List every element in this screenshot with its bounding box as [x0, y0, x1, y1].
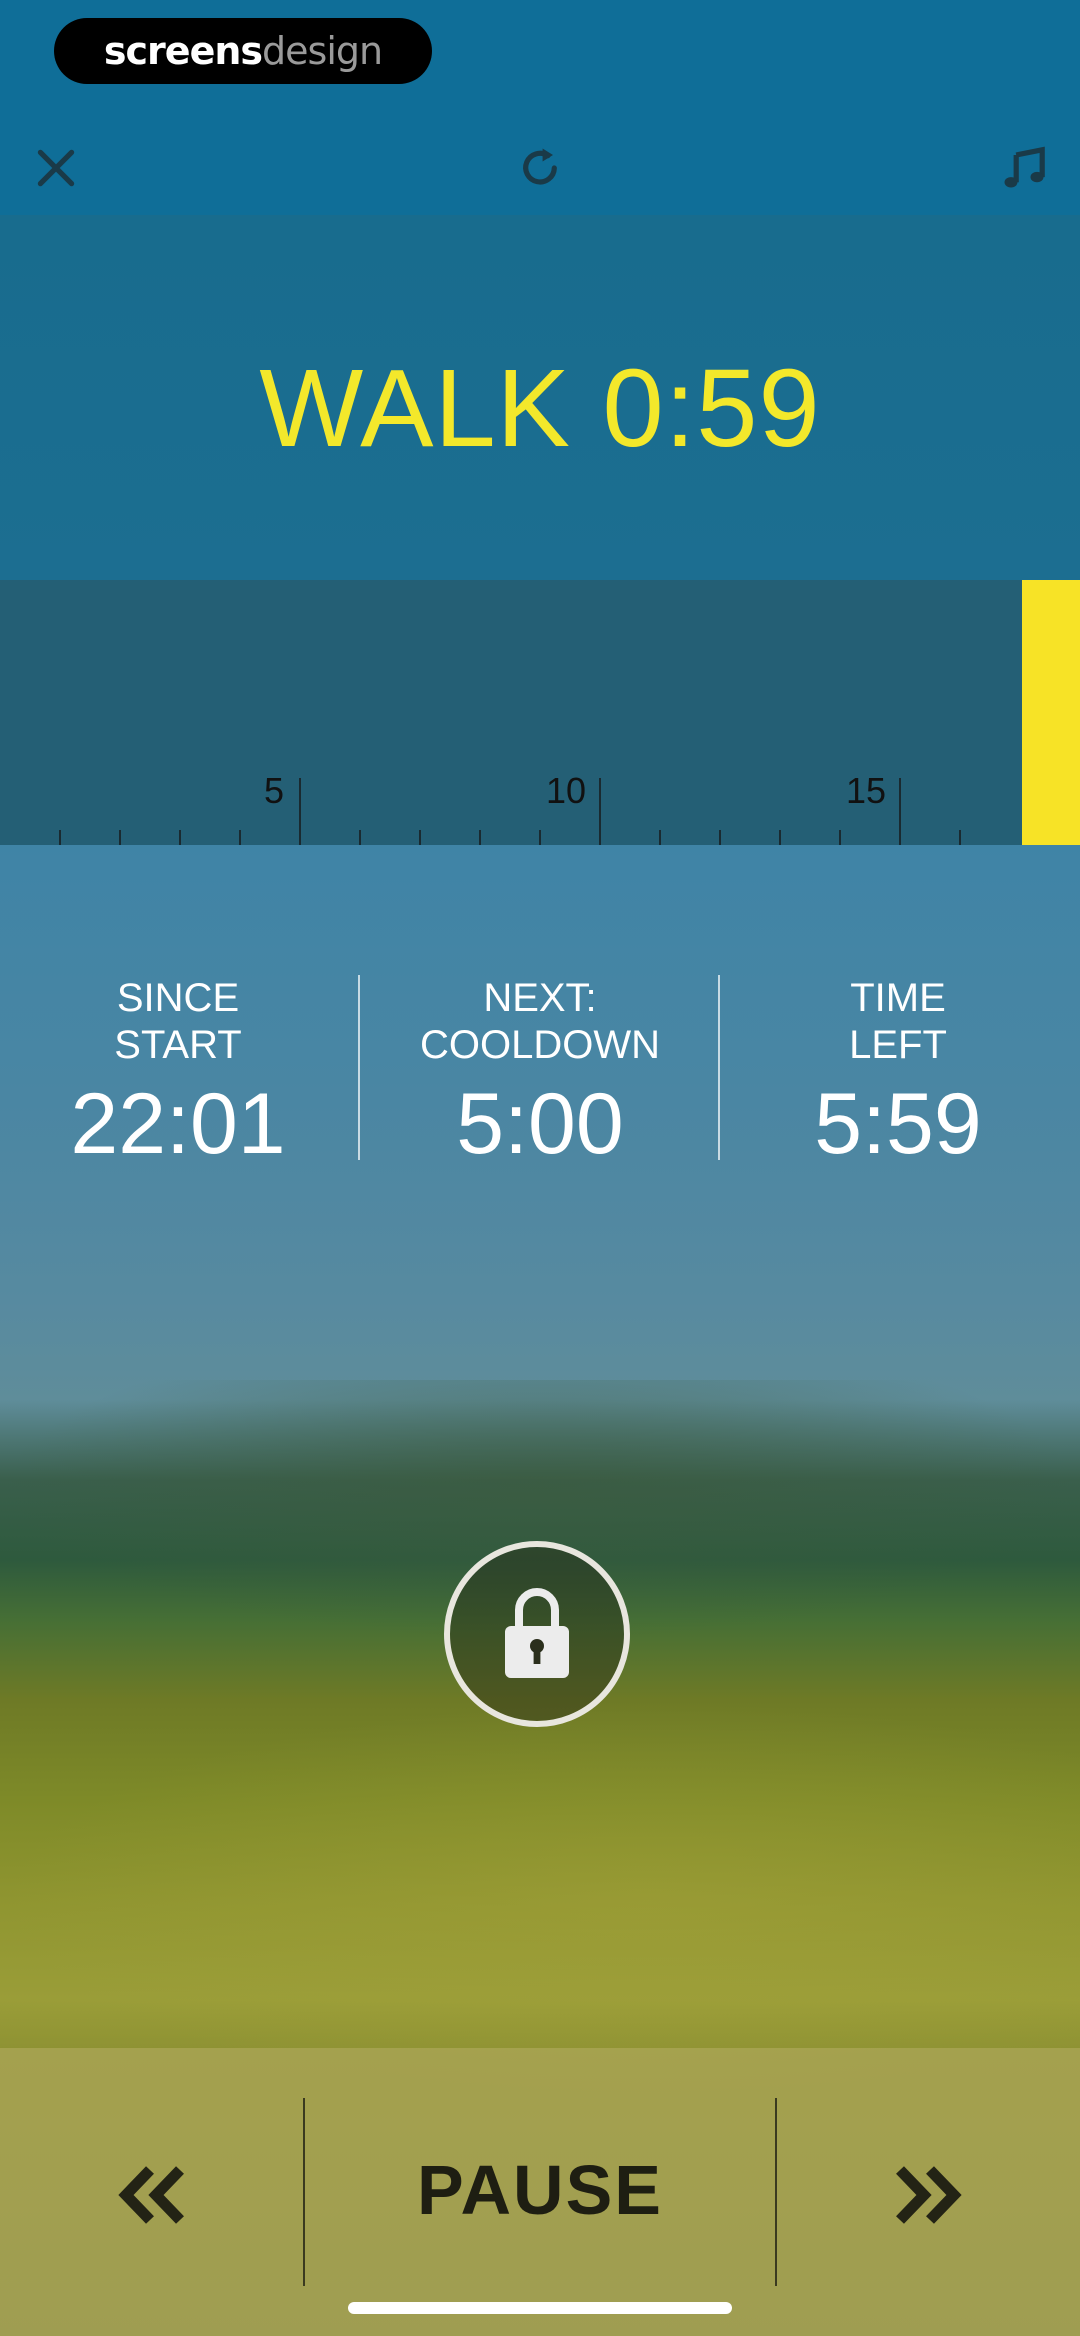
stat-time-left: TIME LEFT 5:59 [748, 975, 1048, 1174]
home-indicator[interactable] [348, 2302, 732, 2314]
controls-divider [775, 2098, 777, 2286]
controls-divider [303, 2098, 305, 2286]
timeline-ruler [59, 778, 961, 845]
fast-forward-icon [896, 2166, 962, 2224]
watermark-text-a: screens [103, 29, 263, 73]
stat-divider [358, 975, 360, 1160]
background-field [0, 1700, 1080, 2100]
stat-value: 5:59 [814, 1076, 982, 1172]
lock-icon [505, 1588, 569, 1678]
stat-value: 5:00 [456, 1076, 624, 1172]
close-icon [37, 149, 75, 187]
next-interval-button[interactable] [868, 2145, 988, 2245]
stat-label: TIME LEFT [849, 976, 947, 1067]
stat-since-start: SINCE START 22:01 [28, 975, 328, 1174]
stat-divider [718, 975, 720, 1160]
stat-label: NEXT: COOLDOWN [420, 976, 660, 1067]
watermark-text-b: design [262, 29, 383, 73]
lock-button[interactable] [444, 1541, 630, 1727]
close-button[interactable] [26, 138, 86, 198]
stat-next-interval: NEXT: COOLDOWN 5:00 [390, 975, 690, 1174]
current-interval-label: WALK 0:59 [259, 347, 821, 470]
pause-button[interactable]: PAUSE [310, 2150, 770, 2250]
rewind-icon [118, 2166, 184, 2224]
watermark-logo: screens design [54, 18, 432, 84]
music-icon [1004, 146, 1045, 188]
restart-button[interactable] [510, 138, 570, 198]
stat-label: SINCE START [114, 976, 242, 1067]
previous-interval-button[interactable] [92, 2145, 212, 2245]
restart-icon [523, 148, 557, 185]
music-button[interactable] [994, 138, 1054, 198]
stat-value: 22:01 [70, 1076, 286, 1172]
